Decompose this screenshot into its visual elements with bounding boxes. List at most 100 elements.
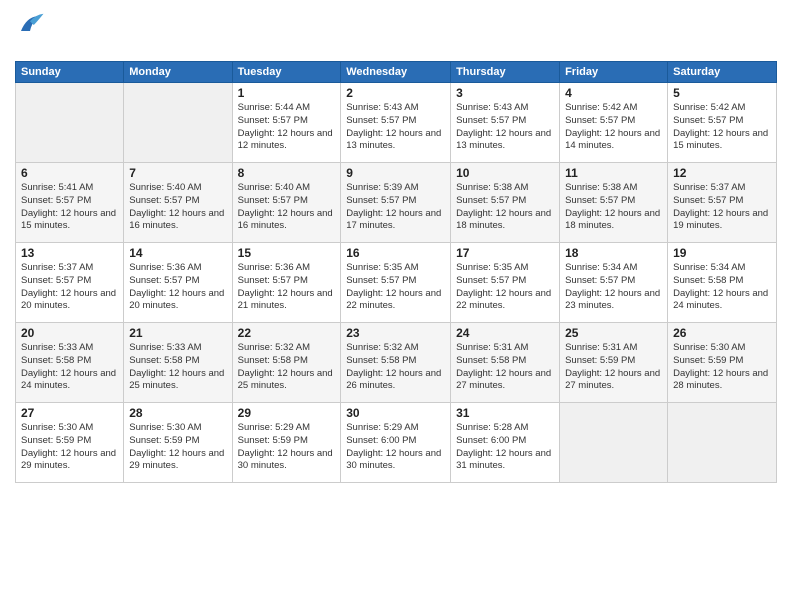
day-info: Sunrise: 5:41 AMSunset: 5:57 PMDaylight:… bbox=[21, 182, 118, 233]
day-info: Sunrise: 5:33 AMSunset: 5:58 PMDaylight:… bbox=[21, 342, 118, 393]
logo-icon bbox=[15, 10, 45, 40]
day-number: 7 bbox=[129, 166, 226, 180]
calendar-table: SundayMondayTuesdayWednesdayThursdayFrid… bbox=[15, 61, 777, 483]
day-info: Sunrise: 5:42 AMSunset: 5:57 PMDaylight:… bbox=[565, 102, 662, 153]
day-info: Sunrise: 5:35 AMSunset: 5:57 PMDaylight:… bbox=[456, 262, 554, 313]
day-info: Sunrise: 5:36 AMSunset: 5:57 PMDaylight:… bbox=[129, 262, 226, 313]
day-info: Sunrise: 5:32 AMSunset: 5:58 PMDaylight:… bbox=[238, 342, 336, 393]
day-cell: 4 Sunrise: 5:42 AMSunset: 5:57 PMDaylight… bbox=[560, 83, 668, 163]
day-cell: 2 Sunrise: 5:43 AMSunset: 5:57 PMDaylight… bbox=[341, 83, 451, 163]
day-info: Sunrise: 5:36 AMSunset: 5:57 PMDaylight:… bbox=[238, 262, 336, 313]
day-number: 9 bbox=[346, 166, 445, 180]
day-number: 12 bbox=[673, 166, 771, 180]
week-row-2: 6Sunrise: 5:41 AMSunset: 5:57 PMDaylight… bbox=[16, 163, 777, 243]
day-cell: 21 Sunrise: 5:33 AMSunset: 5:58 PMDayligh… bbox=[124, 323, 232, 403]
weekday-header-row: SundayMondayTuesdayWednesdayThursdayFrid… bbox=[16, 62, 777, 83]
day-number: 29 bbox=[238, 406, 336, 420]
day-cell: 10Sunrise: 5:38 AMSunset: 5:57 PMDayligh… bbox=[451, 163, 560, 243]
day-info: Sunrise: 5:34 AMSunset: 5:58 PMDaylight:… bbox=[673, 262, 771, 313]
day-number: 2 bbox=[346, 86, 445, 100]
day-info: Sunrise: 5:37 AMSunset: 5:57 PMDaylight:… bbox=[21, 262, 118, 313]
day-number: 27 bbox=[21, 406, 118, 420]
weekday-tuesday: Tuesday bbox=[232, 62, 341, 83]
page: SundayMondayTuesdayWednesdayThursdayFrid… bbox=[0, 0, 792, 493]
weekday-thursday: Thursday bbox=[451, 62, 560, 83]
day-cell: 22 Sunrise: 5:32 AMSunset: 5:58 PMDayligh… bbox=[232, 323, 341, 403]
day-number: 28 bbox=[129, 406, 226, 420]
day-cell: 13 Sunrise: 5:37 AMSunset: 5:57 PMDayligh… bbox=[16, 243, 124, 323]
day-number: 21 bbox=[129, 326, 226, 340]
day-info: Sunrise: 5:40 AMSunset: 5:57 PMDaylight:… bbox=[238, 182, 336, 233]
day-cell: 17 Sunrise: 5:35 AMSunset: 5:57 PMDayligh… bbox=[451, 243, 560, 323]
day-number: 23 bbox=[346, 326, 445, 340]
day-number: 15 bbox=[238, 246, 336, 260]
weekday-sunday: Sunday bbox=[16, 62, 124, 83]
week-row-3: 13 Sunrise: 5:37 AMSunset: 5:57 PMDayligh… bbox=[16, 243, 777, 323]
weekday-saturday: Saturday bbox=[668, 62, 777, 83]
header bbox=[15, 10, 777, 53]
day-number: 30 bbox=[346, 406, 445, 420]
day-info: Sunrise: 5:30 AMSunset: 5:59 PMDaylight:… bbox=[673, 342, 771, 393]
day-number: 31 bbox=[456, 406, 554, 420]
day-info: Sunrise: 5:29 AMSunset: 6:00 PMDaylight:… bbox=[346, 422, 445, 473]
weekday-friday: Friday bbox=[560, 62, 668, 83]
day-cell: 9 Sunrise: 5:39 AMSunset: 5:57 PMDaylight… bbox=[341, 163, 451, 243]
day-cell: 15 Sunrise: 5:36 AMSunset: 5:57 PMDayligh… bbox=[232, 243, 341, 323]
day-cell bbox=[16, 83, 124, 163]
day-cell bbox=[124, 83, 232, 163]
day-cell bbox=[668, 403, 777, 483]
day-cell: 16Sunrise: 5:35 AMSunset: 5:57 PMDayligh… bbox=[341, 243, 451, 323]
day-cell: 19 Sunrise: 5:34 AMSunset: 5:58 PMDayligh… bbox=[668, 243, 777, 323]
day-info: Sunrise: 5:30 AMSunset: 5:59 PMDaylight:… bbox=[21, 422, 118, 473]
day-cell: 5 Sunrise: 5:42 AMSunset: 5:57 PMDaylight… bbox=[668, 83, 777, 163]
day-info: Sunrise: 5:35 AMSunset: 5:57 PMDaylight:… bbox=[346, 262, 445, 313]
day-cell: 1 Sunrise: 5:44 AMSunset: 5:57 PMDaylight… bbox=[232, 83, 341, 163]
day-info: Sunrise: 5:43 AMSunset: 5:57 PMDaylight:… bbox=[456, 102, 554, 153]
day-info: Sunrise: 5:37 AMSunset: 5:57 PMDaylight:… bbox=[673, 182, 771, 233]
day-number: 19 bbox=[673, 246, 771, 260]
day-cell: 28 Sunrise: 5:30 AMSunset: 5:59 PMDayligh… bbox=[124, 403, 232, 483]
day-cell: 3 Sunrise: 5:43 AMSunset: 5:57 PMDaylight… bbox=[451, 83, 560, 163]
day-cell: 12 Sunrise: 5:37 AMSunset: 5:57 PMDayligh… bbox=[668, 163, 777, 243]
day-number: 4 bbox=[565, 86, 662, 100]
day-number: 22 bbox=[238, 326, 336, 340]
day-cell: 25Sunrise: 5:31 AMSunset: 5:59 PMDayligh… bbox=[560, 323, 668, 403]
day-cell: 31 Sunrise: 5:28 AMSunset: 6:00 PMDayligh… bbox=[451, 403, 560, 483]
day-cell: 20 Sunrise: 5:33 AMSunset: 5:58 PMDayligh… bbox=[16, 323, 124, 403]
day-cell: 30 Sunrise: 5:29 AMSunset: 6:00 PMDayligh… bbox=[341, 403, 451, 483]
day-number: 11 bbox=[565, 166, 662, 180]
day-info: Sunrise: 5:28 AMSunset: 6:00 PMDaylight:… bbox=[456, 422, 554, 473]
day-info: Sunrise: 5:43 AMSunset: 5:57 PMDaylight:… bbox=[346, 102, 445, 153]
day-cell: 7Sunrise: 5:40 AMSunset: 5:57 PMDaylight… bbox=[124, 163, 232, 243]
day-number: 5 bbox=[673, 86, 771, 100]
day-cell: 8 Sunrise: 5:40 AMSunset: 5:57 PMDaylight… bbox=[232, 163, 341, 243]
day-info: Sunrise: 5:30 AMSunset: 5:59 PMDaylight:… bbox=[129, 422, 226, 473]
week-row-1: 1 Sunrise: 5:44 AMSunset: 5:57 PMDaylight… bbox=[16, 83, 777, 163]
day-number: 20 bbox=[21, 326, 118, 340]
day-cell: 18 Sunrise: 5:34 AMSunset: 5:57 PMDayligh… bbox=[560, 243, 668, 323]
day-info: Sunrise: 5:33 AMSunset: 5:58 PMDaylight:… bbox=[129, 342, 226, 393]
day-number: 18 bbox=[565, 246, 662, 260]
day-cell: 23 Sunrise: 5:32 AMSunset: 5:58 PMDayligh… bbox=[341, 323, 451, 403]
day-cell: 14 Sunrise: 5:36 AMSunset: 5:57 PMDayligh… bbox=[124, 243, 232, 323]
day-info: Sunrise: 5:29 AMSunset: 5:59 PMDaylight:… bbox=[238, 422, 336, 473]
day-number: 14 bbox=[129, 246, 226, 260]
day-info: Sunrise: 5:32 AMSunset: 5:58 PMDaylight:… bbox=[346, 342, 445, 393]
day-cell: 11Sunrise: 5:38 AMSunset: 5:57 PMDayligh… bbox=[560, 163, 668, 243]
weekday-monday: Monday bbox=[124, 62, 232, 83]
day-number: 1 bbox=[238, 86, 336, 100]
day-info: Sunrise: 5:34 AMSunset: 5:57 PMDaylight:… bbox=[565, 262, 662, 313]
day-number: 3 bbox=[456, 86, 554, 100]
day-info: Sunrise: 5:42 AMSunset: 5:57 PMDaylight:… bbox=[673, 102, 771, 153]
day-cell bbox=[560, 403, 668, 483]
day-info: Sunrise: 5:39 AMSunset: 5:57 PMDaylight:… bbox=[346, 182, 445, 233]
day-number: 26 bbox=[673, 326, 771, 340]
logo bbox=[15, 10, 45, 53]
week-row-4: 20 Sunrise: 5:33 AMSunset: 5:58 PMDayligh… bbox=[16, 323, 777, 403]
day-info: Sunrise: 5:31 AMSunset: 5:58 PMDaylight:… bbox=[456, 342, 554, 393]
day-info: Sunrise: 5:44 AMSunset: 5:57 PMDaylight:… bbox=[238, 102, 336, 153]
day-number: 13 bbox=[21, 246, 118, 260]
day-number: 8 bbox=[238, 166, 336, 180]
day-number: 24 bbox=[456, 326, 554, 340]
day-number: 17 bbox=[456, 246, 554, 260]
